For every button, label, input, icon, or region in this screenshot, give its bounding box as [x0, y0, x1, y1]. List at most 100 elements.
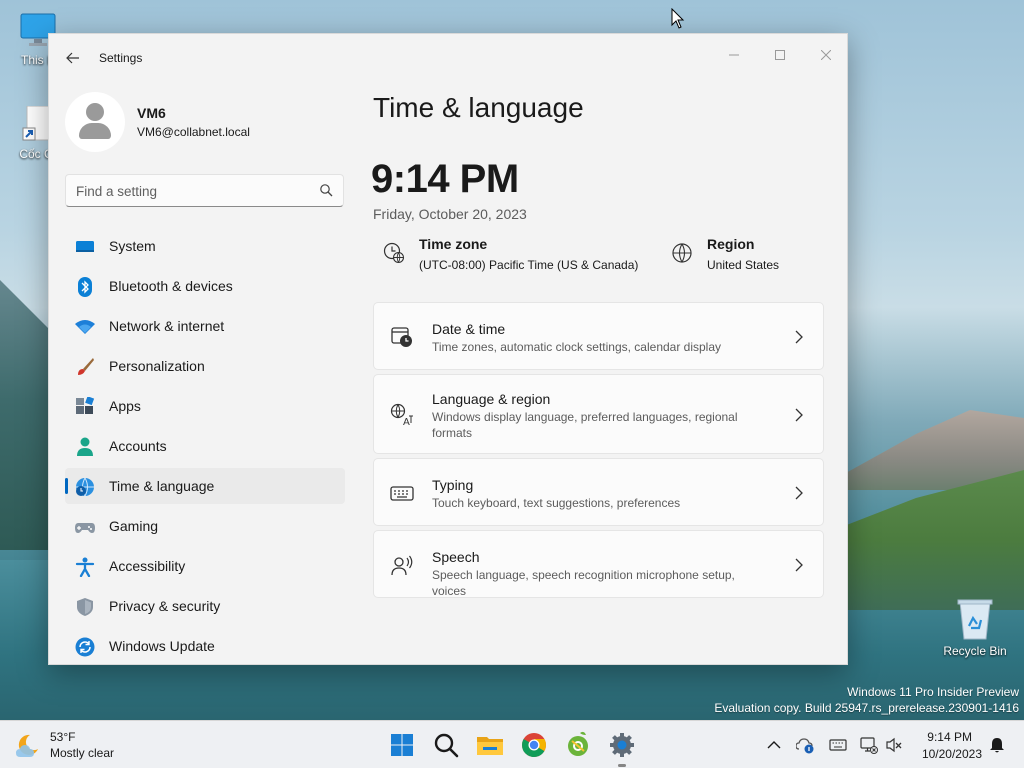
chevron-right-icon	[795, 330, 803, 344]
onedrive-info-icon[interactable]	[796, 736, 814, 754]
apps-icon	[76, 397, 95, 414]
chevron-right-icon	[795, 408, 803, 422]
close-icon	[820, 49, 832, 61]
close-button[interactable]	[811, 42, 841, 70]
sidebar-item-system[interactable]: System	[65, 228, 345, 264]
card-typing[interactable]: Typing Touch keyboard, text suggestions,…	[373, 458, 824, 526]
back-button[interactable]	[61, 46, 85, 70]
card-description: Time zones, automatic clock settings, ca…	[432, 340, 722, 354]
calendar-clock-icon	[391, 327, 412, 347]
sidebar-item-label: Windows Update	[109, 638, 215, 654]
search-icon[interactable]	[319, 183, 333, 197]
accounts-icon	[77, 437, 93, 456]
maximize-button[interactable]	[765, 42, 795, 70]
user-email: VM6@collabnet.local	[137, 125, 250, 139]
weather-widget[interactable]: 53°F Mostly clear	[14, 729, 144, 763]
card-language-region[interactable]: A Language & region Windows display lang…	[373, 374, 824, 454]
shield-icon	[77, 598, 93, 616]
sidebar-item-time-language[interactable]: Time & language	[65, 468, 345, 504]
speaker-muted-icon[interactable]	[885, 736, 903, 754]
current-time: 9:14 PM	[371, 157, 519, 201]
avatar	[65, 92, 125, 152]
taskbar-chrome[interactable]	[518, 729, 550, 761]
desktop-wallpaper-grass	[844, 470, 1024, 610]
chevron-right-icon	[795, 558, 803, 572]
sidebar-item-apps[interactable]: Apps	[65, 388, 345, 424]
watermark-line-2: Evaluation copy. Build 25947.rs_prerelea…	[714, 701, 1019, 715]
card-description: Windows display language, preferred lang…	[432, 410, 738, 440]
settings-icon	[610, 733, 634, 757]
taskbar-settings[interactable]	[606, 729, 638, 767]
sidebar-item-network[interactable]: Network & internet	[65, 308, 345, 344]
desktop-icon-recycle-bin[interactable]: Recycle Bin	[940, 598, 1010, 658]
search-input[interactable]	[76, 181, 306, 201]
sidebar-item-label: Network & internet	[109, 318, 225, 334]
card-speech[interactable]: Speech Speech language, speech recogniti…	[373, 530, 824, 598]
region-value: United States	[707, 258, 780, 272]
region-label: Region	[707, 236, 755, 252]
mouse-cursor-icon	[671, 8, 685, 29]
keyboard-input-icon[interactable]	[829, 736, 847, 754]
sidebar-item-personalization[interactable]: Personalization	[65, 348, 345, 384]
speech-icon	[391, 555, 413, 576]
recycle-bin-label: Recycle Bin	[943, 644, 1007, 658]
sidebar-item-bluetooth[interactable]: Bluetooth & devices	[65, 268, 345, 304]
time-zone-info: Time zone (UTC-08:00) Pacific Time (US &…	[373, 236, 638, 276]
sidebar-item-label: Bluetooth & devices	[109, 278, 233, 294]
card-title: Language & region	[432, 391, 551, 407]
card-title: Date & time	[432, 321, 506, 337]
minimize-button[interactable]	[719, 42, 749, 70]
sidebar-item-label: System	[109, 238, 156, 254]
time-zone-icon	[383, 242, 405, 264]
card-description: Speech language, speech recognition micr…	[432, 568, 735, 598]
taskbar-clock-date[interactable]: 10/20/2023	[908, 747, 982, 761]
taskbar-file-explorer[interactable]	[474, 729, 506, 761]
avatar-body	[79, 123, 111, 139]
card-title: Speech	[432, 549, 480, 565]
sidebar-item-privacy[interactable]: Privacy & security	[65, 588, 345, 624]
card-date-time[interactable]: Date & time Time zones, automatic clock …	[373, 302, 824, 370]
bluetooth-icon	[78, 277, 92, 297]
search-box[interactable]	[65, 174, 344, 207]
keyboard-icon	[390, 486, 414, 501]
page-title: Time & language	[373, 92, 584, 123]
sidebar-item-accounts[interactable]: Accounts	[65, 428, 345, 464]
sidebar-item-label: Accessibility	[109, 558, 186, 574]
card-description: Touch keyboard, text suggestions, prefer…	[432, 496, 681, 510]
taskbar-clock-time[interactable]: 9:14 PM	[908, 730, 972, 744]
time-zone-value: (UTC-08:00) Pacific Time (US & Canada)	[419, 258, 639, 272]
sidebar-item-windows-update[interactable]: Windows Update	[65, 628, 345, 664]
watermark-line-1: Windows 11 Pro Insider Preview	[847, 685, 1019, 699]
coc-coc-icon	[568, 731, 588, 756]
notification-bell-icon[interactable]	[988, 736, 1006, 754]
svg-text:A: A	[403, 417, 410, 427]
search-icon	[434, 733, 459, 758]
chevron-up-icon[interactable]	[765, 736, 783, 754]
globe-clock-icon	[76, 477, 94, 497]
user-name: VM6	[137, 105, 166, 121]
accessibility-icon	[75, 557, 95, 577]
avatar-head	[86, 103, 104, 121]
network-disconnected-icon[interactable]	[860, 736, 878, 754]
sidebar-item-gaming[interactable]: Gaming	[65, 508, 345, 544]
taskbar-coc-coc[interactable]	[562, 729, 594, 761]
file-explorer-icon	[477, 737, 503, 755]
sidebar-item-label: Time & language	[109, 478, 215, 494]
sidebar-item-accessibility[interactable]: Accessibility	[65, 548, 345, 584]
taskbar-search-button[interactable]	[430, 729, 462, 761]
maximize-icon	[775, 50, 785, 60]
sidebar-item-label: Apps	[109, 398, 141, 414]
start-button[interactable]	[386, 729, 418, 761]
wifi-icon	[75, 320, 95, 334]
sidebar-item-label: Privacy & security	[109, 598, 221, 614]
region-info: Region United States	[661, 236, 801, 276]
brush-icon	[78, 358, 94, 375]
user-profile[interactable]: VM6 VM6@collabnet.local	[65, 92, 345, 172]
chevron-right-icon	[795, 486, 803, 500]
window-title: Settings	[99, 51, 143, 65]
card-title: Typing	[432, 477, 474, 493]
globe-icon	[672, 243, 692, 263]
chrome-icon	[522, 733, 546, 758]
sidebar-nav: System Bluetooth & devices Network & int…	[65, 228, 345, 664]
title-bar[interactable]: Settings	[49, 34, 847, 82]
